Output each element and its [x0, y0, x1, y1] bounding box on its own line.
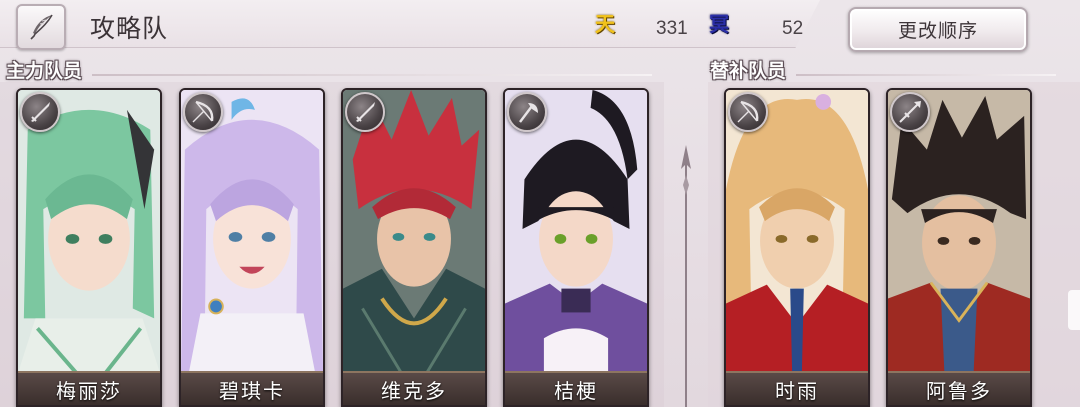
character-portrait [888, 90, 1030, 373]
character-name: 碧琪卡 [219, 380, 285, 403]
character-card-victor[interactable]: 维克多 [341, 88, 487, 407]
nameplate: 时雨 [726, 371, 868, 405]
axe-icon [507, 92, 547, 132]
character-card-bianca[interactable]: 碧琪卡 [179, 88, 325, 407]
character-card-aldo[interactable]: 阿鲁多 [886, 88, 1032, 407]
reserve-label-divider [796, 74, 1056, 76]
rename-team-button[interactable] [16, 4, 66, 50]
change-order-button[interactable]: 更改顺序 [848, 7, 1028, 52]
character-name: 梅丽莎 [56, 380, 122, 403]
bow-icon [183, 92, 223, 132]
character-name: 桔梗 [554, 380, 598, 403]
character-portrait [181, 90, 323, 373]
character-card-kikyo[interactable]: 桔梗 [503, 88, 649, 407]
character-portrait [343, 90, 485, 373]
spear-icon [890, 92, 930, 132]
nameplate: 碧琪卡 [181, 371, 323, 405]
main-label-divider [92, 74, 652, 76]
team-name: 攻略队 [90, 15, 169, 43]
tian-attribute-value: 331 [656, 18, 688, 39]
character-name: 时雨 [775, 380, 819, 403]
character-portrait [18, 90, 160, 373]
sword-icon [345, 92, 385, 132]
nameplate: 桔梗 [505, 371, 647, 405]
quill-pen-icon [30, 14, 53, 40]
character-portrait [505, 90, 647, 373]
tian-attribute-icon: 天 [595, 14, 615, 36]
sword-icon [20, 92, 60, 132]
reserve-team-label: 替补队员 [710, 61, 787, 82]
scroll-handle[interactable] [1068, 290, 1080, 330]
main-team-label: 主力队员 [6, 61, 83, 82]
ming-attribute-value: 52 [782, 18, 804, 39]
character-card-melissa[interactable]: 梅丽莎 [16, 88, 162, 407]
character-name: 阿鲁多 [926, 380, 992, 403]
character-portrait [726, 90, 868, 373]
panel-divider-ornament [681, 145, 691, 407]
character-name: 维克多 [381, 380, 447, 403]
character-card-shigure[interactable]: 时雨 [724, 88, 870, 407]
nameplate: 梅丽莎 [18, 371, 160, 405]
nameplate: 阿鲁多 [888, 371, 1030, 405]
nameplate: 维克多 [343, 371, 485, 405]
ming-attribute-icon: 冥 [709, 14, 729, 36]
bow-icon [728, 92, 768, 132]
